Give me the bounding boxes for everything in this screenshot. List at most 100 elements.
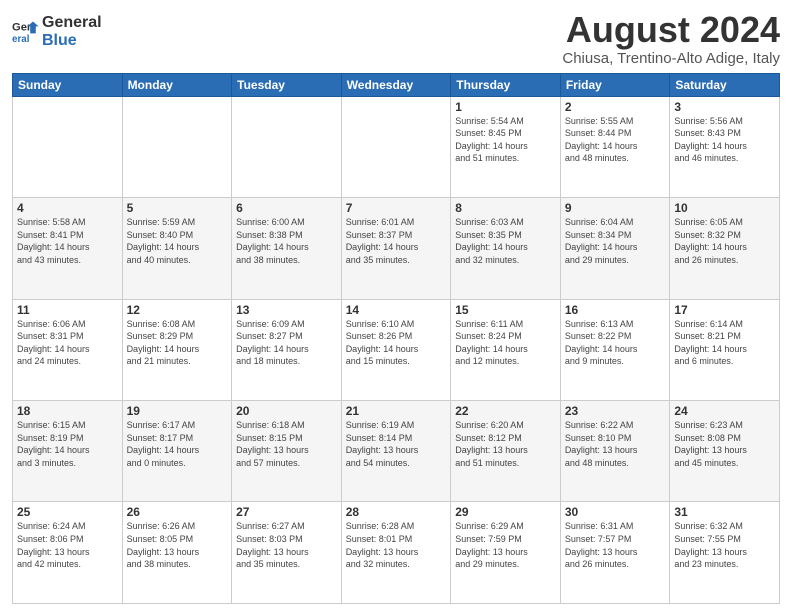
cell-day-number: 3 <box>674 100 775 114</box>
cell-day-number: 6 <box>236 201 337 215</box>
cell-day-number: 9 <box>565 201 666 215</box>
cell-info: Sunrise: 5:56 AM Sunset: 8:43 PM Dayligh… <box>674 115 775 165</box>
cell-day-number: 5 <box>127 201 228 215</box>
cell-day-number: 28 <box>346 505 447 519</box>
cell-info: Sunrise: 6:15 AM Sunset: 8:19 PM Dayligh… <box>17 419 118 469</box>
cell-day-number: 27 <box>236 505 337 519</box>
calendar-cell: 13Sunrise: 6:09 AM Sunset: 8:27 PM Dayli… <box>232 299 342 400</box>
calendar-cell: 30Sunrise: 6:31 AM Sunset: 7:57 PM Dayli… <box>560 502 670 604</box>
cell-day-number: 1 <box>455 100 556 114</box>
calendar-cell: 11Sunrise: 6:06 AM Sunset: 8:31 PM Dayli… <box>13 299 123 400</box>
calendar-cell: 15Sunrise: 6:11 AM Sunset: 8:24 PM Dayli… <box>451 299 561 400</box>
cell-day-number: 30 <box>565 505 666 519</box>
cell-day-number: 12 <box>127 303 228 317</box>
calendar-cell: 6Sunrise: 6:00 AM Sunset: 8:38 PM Daylig… <box>232 198 342 299</box>
cell-day-number: 11 <box>17 303 118 317</box>
calendar-cell: 16Sunrise: 6:13 AM Sunset: 8:22 PM Dayli… <box>560 299 670 400</box>
cell-day-number: 19 <box>127 404 228 418</box>
logo: Gen eral General Blue <box>12 14 102 49</box>
calendar-cell <box>122 96 232 197</box>
calendar-cell: 7Sunrise: 6:01 AM Sunset: 8:37 PM Daylig… <box>341 198 451 299</box>
week-row-2: 11Sunrise: 6:06 AM Sunset: 8:31 PM Dayli… <box>13 299 780 400</box>
cell-info: Sunrise: 6:13 AM Sunset: 8:22 PM Dayligh… <box>565 318 666 368</box>
cell-day-number: 10 <box>674 201 775 215</box>
calendar-cell: 4Sunrise: 5:58 AM Sunset: 8:41 PM Daylig… <box>13 198 123 299</box>
cell-info: Sunrise: 6:10 AM Sunset: 8:26 PM Dayligh… <box>346 318 447 368</box>
cell-info: Sunrise: 6:00 AM Sunset: 8:38 PM Dayligh… <box>236 216 337 266</box>
calendar-cell: 28Sunrise: 6:28 AM Sunset: 8:01 PM Dayli… <box>341 502 451 604</box>
cell-info: Sunrise: 6:14 AM Sunset: 8:21 PM Dayligh… <box>674 318 775 368</box>
cell-day-number: 24 <box>674 404 775 418</box>
cell-info: Sunrise: 6:31 AM Sunset: 7:57 PM Dayligh… <box>565 520 666 570</box>
title-block: August 2024 Chiusa, Trentino-Alto Adige,… <box>562 10 780 67</box>
calendar-table: SundayMondayTuesdayWednesdayThursdayFrid… <box>12 73 780 604</box>
day-header-thursday: Thursday <box>451 73 561 96</box>
day-header-tuesday: Tuesday <box>232 73 342 96</box>
day-header-monday: Monday <box>122 73 232 96</box>
calendar-cell: 27Sunrise: 6:27 AM Sunset: 8:03 PM Dayli… <box>232 502 342 604</box>
week-row-4: 25Sunrise: 6:24 AM Sunset: 8:06 PM Dayli… <box>13 502 780 604</box>
cell-info: Sunrise: 6:28 AM Sunset: 8:01 PM Dayligh… <box>346 520 447 570</box>
cell-day-number: 7 <box>346 201 447 215</box>
cell-day-number: 31 <box>674 505 775 519</box>
cell-info: Sunrise: 5:59 AM Sunset: 8:40 PM Dayligh… <box>127 216 228 266</box>
cell-info: Sunrise: 6:17 AM Sunset: 8:17 PM Dayligh… <box>127 419 228 469</box>
calendar-cell <box>232 96 342 197</box>
cell-day-number: 17 <box>674 303 775 317</box>
location-title: Chiusa, Trentino-Alto Adige, Italy <box>562 50 780 67</box>
cell-info: Sunrise: 6:24 AM Sunset: 8:06 PM Dayligh… <box>17 520 118 570</box>
logo-text-line1: General <box>42 14 102 32</box>
cell-day-number: 23 <box>565 404 666 418</box>
calendar-cell: 25Sunrise: 6:24 AM Sunset: 8:06 PM Dayli… <box>13 502 123 604</box>
calendar-cell: 9Sunrise: 6:04 AM Sunset: 8:34 PM Daylig… <box>560 198 670 299</box>
cell-info: Sunrise: 5:55 AM Sunset: 8:44 PM Dayligh… <box>565 115 666 165</box>
calendar-cell: 14Sunrise: 6:10 AM Sunset: 8:26 PM Dayli… <box>341 299 451 400</box>
cell-day-number: 18 <box>17 404 118 418</box>
cell-info: Sunrise: 6:23 AM Sunset: 8:08 PM Dayligh… <box>674 419 775 469</box>
cell-day-number: 2 <box>565 100 666 114</box>
cell-info: Sunrise: 6:27 AM Sunset: 8:03 PM Dayligh… <box>236 520 337 570</box>
cell-day-number: 22 <box>455 404 556 418</box>
calendar-cell: 19Sunrise: 6:17 AM Sunset: 8:17 PM Dayli… <box>122 401 232 502</box>
calendar-cell: 31Sunrise: 6:32 AM Sunset: 7:55 PM Dayli… <box>670 502 780 604</box>
cell-info: Sunrise: 6:06 AM Sunset: 8:31 PM Dayligh… <box>17 318 118 368</box>
calendar-cell: 3Sunrise: 5:56 AM Sunset: 8:43 PM Daylig… <box>670 96 780 197</box>
month-title: August 2024 <box>562 10 780 50</box>
cell-day-number: 29 <box>455 505 556 519</box>
cell-day-number: 25 <box>17 505 118 519</box>
calendar-cell: 17Sunrise: 6:14 AM Sunset: 8:21 PM Dayli… <box>670 299 780 400</box>
calendar-cell: 23Sunrise: 6:22 AM Sunset: 8:10 PM Dayli… <box>560 401 670 502</box>
cell-info: Sunrise: 6:04 AM Sunset: 8:34 PM Dayligh… <box>565 216 666 266</box>
cell-info: Sunrise: 6:01 AM Sunset: 8:37 PM Dayligh… <box>346 216 447 266</box>
cell-info: Sunrise: 6:29 AM Sunset: 7:59 PM Dayligh… <box>455 520 556 570</box>
cell-info: Sunrise: 6:19 AM Sunset: 8:14 PM Dayligh… <box>346 419 447 469</box>
calendar-cell: 21Sunrise: 6:19 AM Sunset: 8:14 PM Dayli… <box>341 401 451 502</box>
cell-day-number: 14 <box>346 303 447 317</box>
calendar-cell: 24Sunrise: 6:23 AM Sunset: 8:08 PM Dayli… <box>670 401 780 502</box>
calendar-cell: 1Sunrise: 5:54 AM Sunset: 8:45 PM Daylig… <box>451 96 561 197</box>
calendar-cell: 20Sunrise: 6:18 AM Sunset: 8:15 PM Dayli… <box>232 401 342 502</box>
cell-info: Sunrise: 6:09 AM Sunset: 8:27 PM Dayligh… <box>236 318 337 368</box>
day-header-wednesday: Wednesday <box>341 73 451 96</box>
cell-info: Sunrise: 5:58 AM Sunset: 8:41 PM Dayligh… <box>17 216 118 266</box>
calendar-cell: 26Sunrise: 6:26 AM Sunset: 8:05 PM Dayli… <box>122 502 232 604</box>
cell-day-number: 21 <box>346 404 447 418</box>
calendar-cell <box>341 96 451 197</box>
cell-day-number: 20 <box>236 404 337 418</box>
cell-info: Sunrise: 6:18 AM Sunset: 8:15 PM Dayligh… <box>236 419 337 469</box>
calendar-cell: 5Sunrise: 5:59 AM Sunset: 8:40 PM Daylig… <box>122 198 232 299</box>
cell-info: Sunrise: 6:20 AM Sunset: 8:12 PM Dayligh… <box>455 419 556 469</box>
week-row-0: 1Sunrise: 5:54 AM Sunset: 8:45 PM Daylig… <box>13 96 780 197</box>
calendar-cell: 12Sunrise: 6:08 AM Sunset: 8:29 PM Dayli… <box>122 299 232 400</box>
logo-icon: Gen eral <box>12 18 40 46</box>
cell-info: Sunrise: 6:08 AM Sunset: 8:29 PM Dayligh… <box>127 318 228 368</box>
header-row: SundayMondayTuesdayWednesdayThursdayFrid… <box>13 73 780 96</box>
cell-info: Sunrise: 6:22 AM Sunset: 8:10 PM Dayligh… <box>565 419 666 469</box>
cell-info: Sunrise: 5:54 AM Sunset: 8:45 PM Dayligh… <box>455 115 556 165</box>
calendar-cell: 10Sunrise: 6:05 AM Sunset: 8:32 PM Dayli… <box>670 198 780 299</box>
cell-day-number: 15 <box>455 303 556 317</box>
week-row-3: 18Sunrise: 6:15 AM Sunset: 8:19 PM Dayli… <box>13 401 780 502</box>
cell-day-number: 16 <box>565 303 666 317</box>
logo-text-line2: Blue <box>42 32 102 50</box>
cell-info: Sunrise: 6:26 AM Sunset: 8:05 PM Dayligh… <box>127 520 228 570</box>
